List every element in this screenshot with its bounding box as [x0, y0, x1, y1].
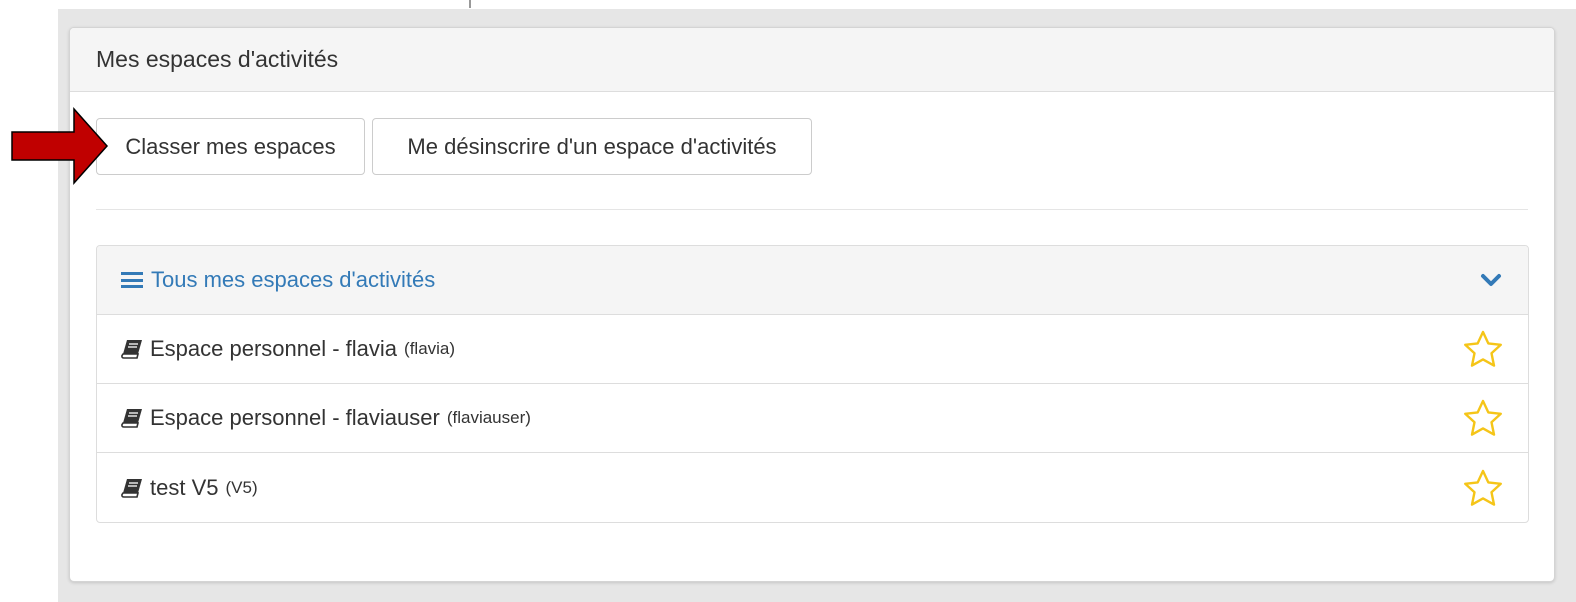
star-outline-icon[interactable] — [1463, 469, 1503, 507]
chevron-down-icon[interactable] — [1478, 270, 1504, 290]
space-code: (flavia) — [404, 339, 456, 358]
star-outline-icon[interactable] — [1463, 330, 1503, 368]
sort-spaces-button[interactable]: Classer mes espaces — [96, 118, 365, 175]
space-code: (V5) — [225, 477, 258, 497]
list-icon — [121, 272, 143, 288]
panel-heading: Mes espaces d'activités — [70, 28, 1554, 92]
activity-spaces-panel: Mes espaces d'activités Classer mes espa… — [69, 27, 1555, 582]
spaces-list-title: Tous mes espaces d'activités — [151, 267, 436, 292]
action-buttons: Classer mes espaces Me désinscrire d'un … — [96, 118, 812, 175]
book-icon — [121, 340, 142, 359]
list-item[interactable]: Espace personnel - flaviauser (flaviause… — [97, 384, 1528, 453]
book-icon — [121, 409, 142, 428]
unsubscribe-button[interactable]: Me désinscrire d'un espace d'activités — [372, 118, 812, 175]
space-name: test V5 — [150, 474, 219, 500]
book-icon — [121, 478, 142, 498]
list-item[interactable]: test V5 (V5) — [97, 453, 1528, 522]
list-item[interactable]: Espace personnel - flavia (flavia) — [97, 315, 1528, 384]
panel-title: Mes espaces d'activités — [96, 46, 339, 72]
divider-tick — [469, 0, 471, 8]
spaces-list: Tous mes espaces d'activités Espace pers… — [96, 245, 1529, 523]
space-code: (flaviauser) — [446, 408, 531, 427]
divider — [96, 209, 1528, 210]
red-arrow-icon — [11, 107, 109, 185]
star-outline-icon[interactable] — [1463, 399, 1503, 437]
spaces-list-header[interactable]: Tous mes espaces d'activités — [97, 246, 1528, 315]
space-name: Espace personnel - flavia — [150, 336, 398, 361]
space-name: Espace personnel - flaviauser — [150, 405, 440, 430]
